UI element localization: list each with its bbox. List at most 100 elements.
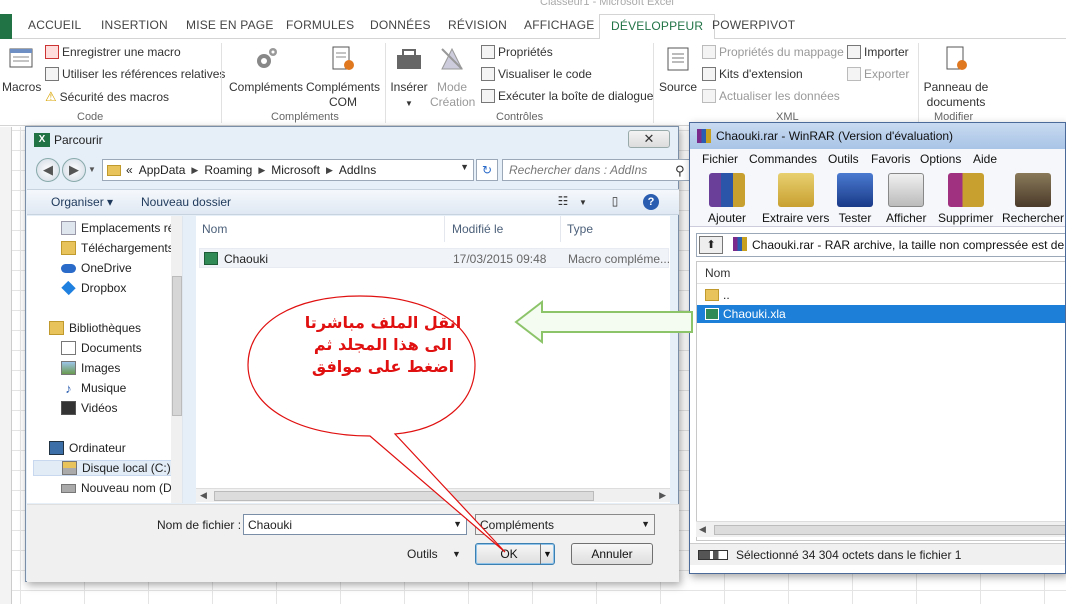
tab-donnees[interactable]: DONNÉES — [370, 18, 431, 32]
import-button[interactable]: Importer — [847, 45, 909, 59]
column-separator[interactable] — [560, 216, 561, 242]
properties-button[interactable]: Propriétés — [481, 45, 553, 59]
map-properties-button[interactable]: Propriétés du mappage — [702, 45, 844, 59]
tab-formules[interactable]: FORMULES — [286, 18, 354, 32]
extension-packs-button[interactable]: Kits d'extension — [702, 67, 803, 81]
tab-accueil[interactable]: ACCUEIL — [28, 18, 81, 32]
nav-item-recent-places[interactable]: Emplacements ré — [61, 221, 174, 235]
menu-favoris[interactable]: Favoris — [871, 152, 910, 166]
ok-button[interactable]: OK ▼ — [475, 543, 555, 565]
scroll-thumb[interactable] — [172, 276, 182, 416]
forward-button[interactable]: ▶ — [62, 158, 86, 182]
filetype-select[interactable]: Compléments ▼ — [475, 514, 655, 535]
add-button[interactable]: Ajouter — [708, 173, 746, 225]
nav-item-new-volume[interactable]: Nouveau nom (D — [61, 481, 172, 495]
view-options-icon[interactable]: ☷ — [555, 194, 571, 210]
refresh-data-button[interactable]: Actualiser les données — [702, 89, 840, 103]
scroll-left-icon[interactable]: ◀ — [200, 490, 207, 501]
breadcrumb-chevron-icon[interactable]: ▶ — [326, 165, 333, 176]
view-button[interactable]: Afficher — [886, 173, 926, 225]
column-header-name[interactable]: Nom — [697, 262, 1065, 284]
list-item-parent[interactable]: .. — [697, 286, 1065, 304]
tab-affichage[interactable]: AFFICHAGE — [524, 18, 594, 32]
scroll-right-icon[interactable]: ▶ — [659, 490, 666, 501]
help-icon[interactable]: ? — [643, 194, 659, 210]
nav-item-documents[interactable]: Documents — [61, 341, 142, 355]
nav-item-onedrive[interactable]: OneDrive — [61, 261, 132, 275]
view-dropdown-icon[interactable]: ▼ — [575, 198, 591, 214]
up-folder-button[interactable]: ⬆ — [699, 236, 723, 254]
file-tab[interactable] — [0, 14, 12, 39]
refresh-button[interactable]: ↻ — [476, 159, 498, 181]
scroll-thumb[interactable] — [214, 491, 594, 501]
menu-aide[interactable]: Aide — [973, 152, 997, 166]
nav-item-libraries[interactable]: Bibliothèques — [49, 321, 141, 335]
run-dialog-button[interactable]: Exécuter la boîte de dialogue — [481, 89, 653, 103]
relative-refs-button[interactable]: Utiliser les références relatives — [45, 67, 225, 81]
nav-item-dropbox[interactable]: Dropbox — [61, 280, 126, 296]
nav-item-videos[interactable]: Vidéos — [61, 401, 117, 415]
document-panel-button[interactable]: Panneau de documents — [922, 45, 990, 110]
source-button[interactable]: Source — [658, 45, 698, 95]
complements-com-button[interactable]: Compléments COM — [304, 45, 382, 110]
back-button[interactable]: ◀ — [36, 158, 60, 182]
list-item-chaouki-xla[interactable]: Chaouki.xla — [697, 305, 1065, 323]
view-code-button[interactable]: Visualiser le code — [481, 67, 592, 81]
breadcrumb-chevron-icon[interactable]: ▶ — [191, 165, 198, 176]
close-button[interactable]: ✕ — [628, 130, 670, 148]
new-folder-button[interactable]: Nouveau dossier — [141, 195, 231, 209]
file-row[interactable]: Chaouki 17/03/2015 09:48 Macro compléme.… — [199, 248, 670, 268]
menu-fichier[interactable]: Fichier — [702, 152, 738, 166]
complements-button[interactable]: Compléments — [228, 45, 304, 95]
address-bar[interactable]: « AppData ▶ Roaming ▶ Microsoft ▶ AddIns… — [102, 159, 474, 181]
nav-item-downloads[interactable]: Téléchargements — [61, 241, 174, 255]
nav-item-music[interactable]: ♪ Musique — [61, 381, 126, 396]
address-dropdown-icon[interactable]: ▼ — [460, 162, 469, 172]
search-icon[interactable]: ⚲ — [675, 163, 685, 179]
nav-item-local-disk[interactable]: Disque local (C:) — [33, 460, 173, 476]
chevron-down-icon[interactable]: ▼ — [453, 519, 462, 529]
ok-split-dropdown-icon[interactable]: ▼ — [540, 544, 554, 564]
tab-mise-en-page[interactable]: MISE EN PAGE — [186, 18, 274, 32]
cancel-button[interactable]: Annuler — [571, 543, 653, 565]
extract-to-button[interactable]: Extraire vers — [762, 173, 829, 225]
column-header-name[interactable]: Nom — [202, 222, 227, 236]
breadcrumb-microsoft[interactable]: Microsoft — [271, 163, 320, 177]
find-button[interactable]: Rechercher — [1002, 173, 1064, 225]
menu-commandes[interactable]: Commandes — [749, 152, 817, 166]
breadcrumb-addins[interactable]: AddIns — [339, 163, 376, 177]
scroll-thumb[interactable] — [714, 525, 1065, 535]
column-header-modified[interactable]: Modifié le — [452, 222, 503, 236]
winrar-horizontal-scrollbar[interactable]: ◀ — [696, 521, 1065, 537]
nav-item-images[interactable]: Images — [61, 361, 120, 375]
delete-button[interactable]: Supprimer — [938, 173, 993, 225]
search-input[interactable]: Rechercher dans : AddIns — [502, 159, 694, 181]
test-button[interactable]: Tester — [837, 173, 873, 225]
menu-outils[interactable]: Outils — [828, 152, 859, 166]
menu-options[interactable]: Options — [920, 152, 961, 166]
insert-control-button[interactable]: Insérer ▼ — [389, 45, 429, 111]
breadcrumb-appdata[interactable]: AppData — [139, 163, 186, 177]
preview-pane-icon[interactable]: ▯ — [607, 194, 623, 210]
tools-button[interactable]: Outils — [407, 547, 438, 561]
column-header-type[interactable]: Type — [567, 222, 593, 236]
tab-powerpivot[interactable]: POWERPIVOT — [712, 18, 795, 32]
macro-security-button[interactable]: ⚠ Sécurité des macros — [45, 89, 169, 105]
chevron-down-icon[interactable]: ▼ — [641, 519, 650, 529]
filename-input[interactable]: Chaouki ▼ — [243, 514, 467, 535]
breadcrumb-chevron-icon[interactable]: ▶ — [258, 165, 265, 176]
nav-item-computer[interactable]: Ordinateur — [49, 441, 126, 455]
scroll-left-icon[interactable]: ◀ — [699, 524, 706, 535]
breadcrumb-roaming[interactable]: Roaming — [204, 163, 252, 177]
tab-revision[interactable]: RÉVISION — [448, 18, 507, 32]
organize-button[interactable]: Organiser ▾ — [51, 195, 113, 209]
design-mode-button[interactable]: Mode Création — [430, 45, 475, 110]
tools-dropdown-icon[interactable]: ▼ — [452, 549, 461, 559]
export-button[interactable]: Exporter — [847, 67, 909, 81]
file-list-horizontal-scrollbar[interactable]: ◀ ▶ — [196, 488, 670, 502]
macros-button[interactable]: Macros — [2, 45, 41, 95]
nav-scrollbar[interactable] — [171, 216, 182, 503]
column-separator[interactable] — [444, 216, 445, 242]
history-dropdown-icon[interactable]: ▼ — [88, 165, 96, 174]
tab-insertion[interactable]: INSERTION — [101, 18, 168, 32]
